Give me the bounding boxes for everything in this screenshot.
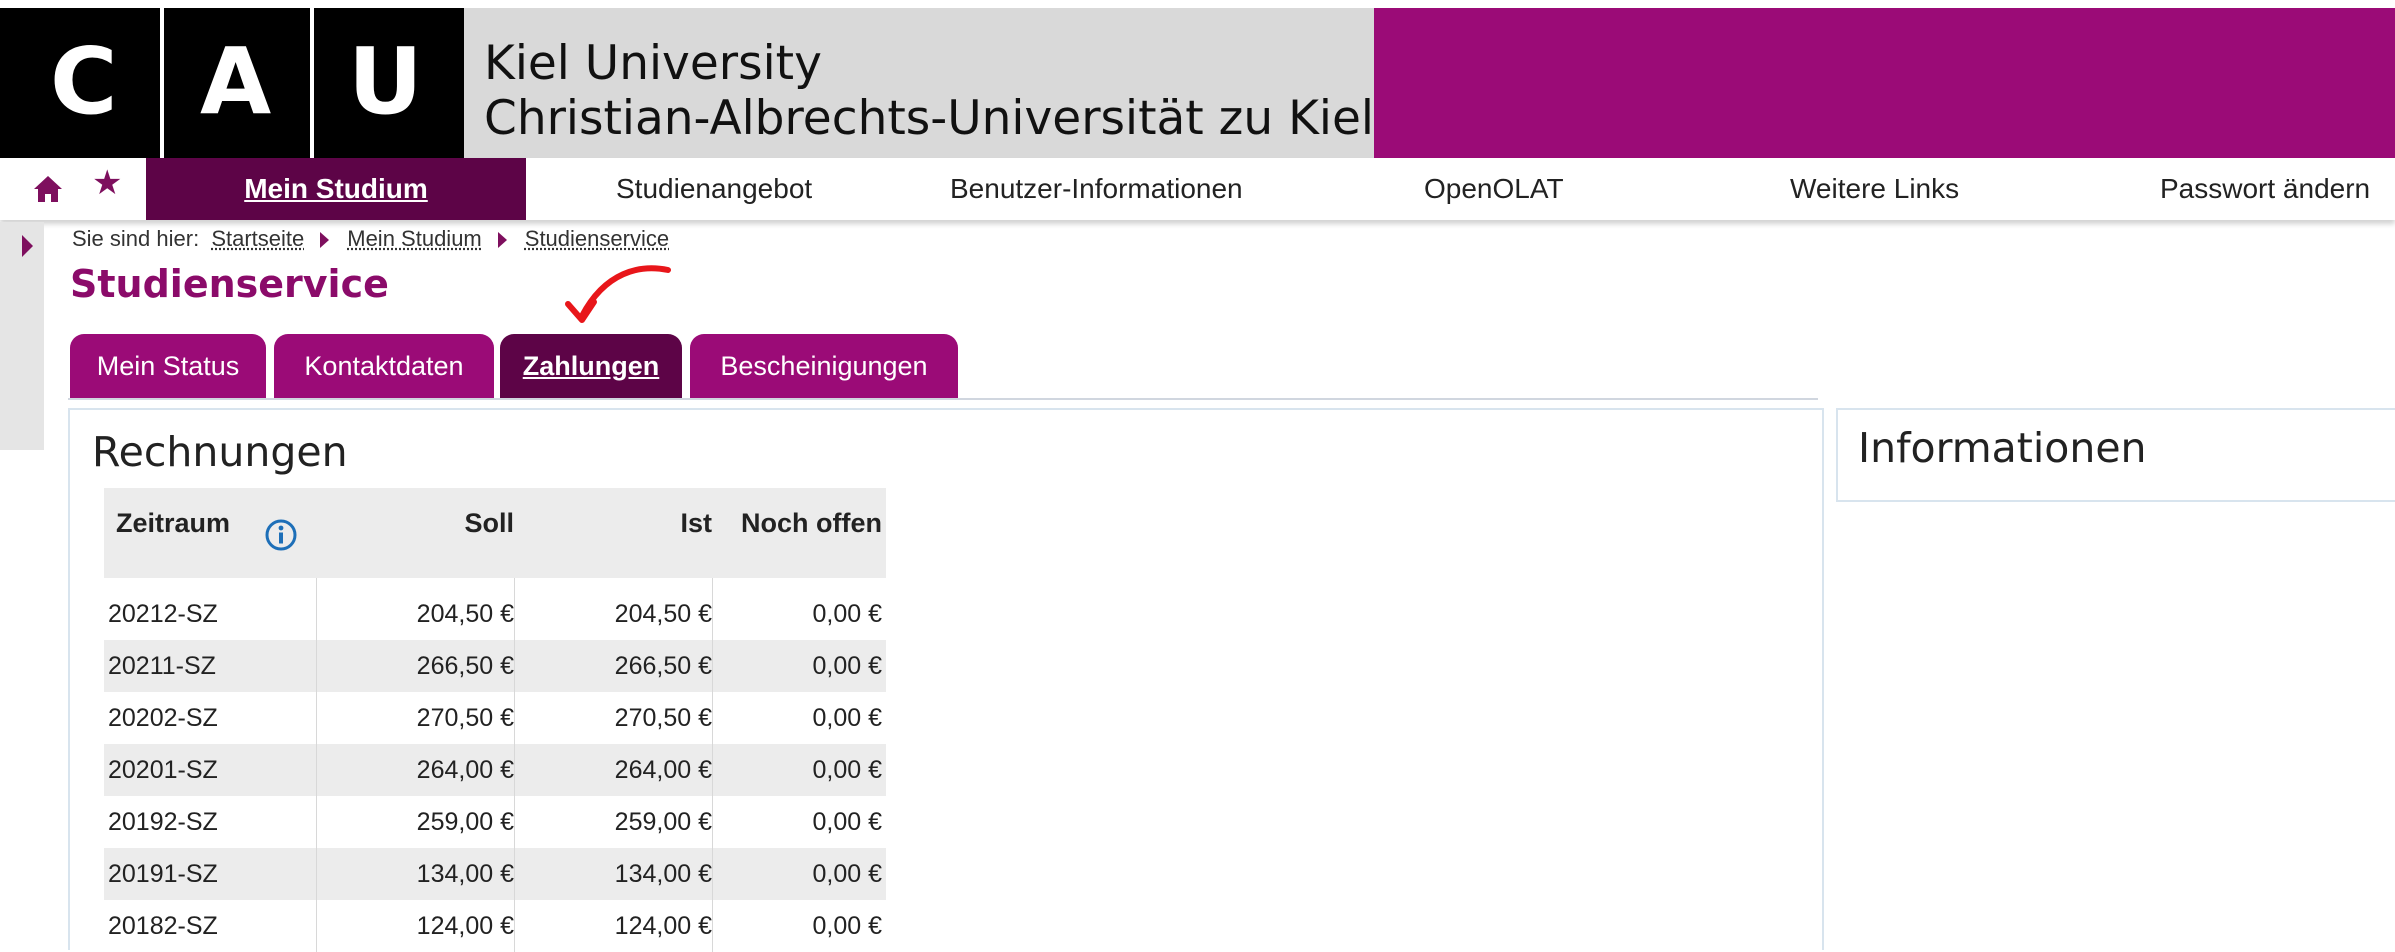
breadcrumb-prefix: Sie sind hier: xyxy=(72,226,200,251)
logo-letter-u: U xyxy=(348,28,423,135)
cell-noch-offen: 0,00 € xyxy=(812,860,882,888)
cell-zeitraum: 20211-SZ xyxy=(108,652,216,680)
table-row: 20202-SZ 270,50 € 270,50 € 0,00 € xyxy=(104,692,886,744)
cell-soll: 266,50 € xyxy=(416,652,514,680)
university-name: Kiel University Christian-Albrechts-Univ… xyxy=(484,36,1374,147)
cell-zeitraum: 20182-SZ xyxy=(108,912,218,940)
column-header-noch-offen[interactable]: Noch offen xyxy=(741,508,882,539)
column-divider xyxy=(316,578,317,952)
tab-zahlungen[interactable]: Zahlungen xyxy=(500,334,682,398)
cell-ist: 259,00 € xyxy=(614,808,712,836)
star-icon[interactable]: ★ xyxy=(92,166,122,200)
site-header: C A U Kiel University Christian-Albrecht… xyxy=(0,0,2395,160)
cell-noch-offen: 0,00 € xyxy=(812,704,882,732)
page-title: Studienservice xyxy=(70,262,389,306)
info-icon[interactable] xyxy=(264,518,298,552)
column-header-zeitraum[interactable]: Zeitraum xyxy=(116,508,230,539)
cell-noch-offen: 0,00 € xyxy=(812,808,882,836)
cell-noch-offen: 0,00 € xyxy=(812,912,882,940)
cell-soll: 264,00 € xyxy=(416,756,514,784)
cell-soll: 259,00 € xyxy=(416,808,514,836)
cell-zeitraum: 20192-SZ xyxy=(108,808,218,836)
logo-divider xyxy=(310,8,314,158)
cell-ist: 124,00 € xyxy=(614,912,712,940)
cell-ist: 264,00 € xyxy=(614,756,712,784)
tab-bescheinigungen[interactable]: Bescheinigungen xyxy=(690,334,958,398)
cell-zeitraum: 20212-SZ xyxy=(108,600,218,628)
breadcrumb: Sie sind hier: Startseite Mein Studium Stu… xyxy=(72,226,669,252)
nav-item-mein-studium[interactable]: Mein Studium xyxy=(146,158,526,220)
cell-ist: 204,50 € xyxy=(614,600,712,628)
cell-ist: 266,50 € xyxy=(614,652,712,680)
university-logo[interactable]: C A U xyxy=(0,8,464,158)
nav-item-studienangebot[interactable]: Studienangebot xyxy=(616,158,812,220)
table-row: 20201-SZ 264,00 € 264,00 € 0,00 € xyxy=(104,744,886,796)
tab-kontaktdaten[interactable]: Kontaktdaten xyxy=(274,334,494,398)
nav-item-benutzer-informationen[interactable]: Benutzer-Informationen xyxy=(950,158,1243,220)
breadcrumb-current[interactable]: Studienservice xyxy=(525,226,669,251)
nav-item-openolat[interactable]: OpenOLAT xyxy=(1424,158,1564,220)
cell-zeitraum: 20201-SZ xyxy=(108,756,218,784)
invoices-title: Rechnungen xyxy=(92,428,348,476)
home-icon[interactable] xyxy=(32,174,64,204)
table-row: 20211-SZ 266,50 € 266,50 € 0,00 € xyxy=(104,640,886,692)
logo-letter-c: C xyxy=(50,28,118,135)
expand-menu-icon[interactable] xyxy=(22,235,33,257)
tab-mein-status[interactable]: Mein Status xyxy=(70,334,266,398)
nav-item-weitere-links[interactable]: Weitere Links xyxy=(1790,158,1959,220)
table-spacer xyxy=(104,578,886,588)
university-name-en: Kiel University xyxy=(484,36,822,91)
breadcrumb-link-mein-studium[interactable]: Mein Studium xyxy=(347,226,482,251)
table-row: 20182-SZ 124,00 € 124,00 € 0,00 € xyxy=(104,900,886,952)
university-name-de: Christian-Albrechts-Universität zu Kiel xyxy=(484,91,1374,147)
table-row: 20212-SZ 204,50 € 204,50 € 0,00 € xyxy=(104,588,886,640)
logo-letter-a: A xyxy=(200,28,272,135)
breadcrumb-link-startseite[interactable]: Startseite xyxy=(211,226,304,251)
main-navigation: ★ Mein Studium Studienangebot Benutzer-I… xyxy=(0,158,2395,220)
cell-soll: 204,50 € xyxy=(416,600,514,628)
cell-zeitraum: 20191-SZ xyxy=(108,860,218,888)
chevron-right-icon xyxy=(320,232,330,249)
invoices-table: Zeitraum Soll Ist Noch offen 20212-SZ 20… xyxy=(104,488,886,952)
cell-soll: 270,50 € xyxy=(416,704,514,732)
annotation-arrow-icon xyxy=(565,265,671,323)
column-header-soll[interactable]: Soll xyxy=(464,508,514,539)
table-row: 20192-SZ 259,00 € 259,00 € 0,00 € xyxy=(104,796,886,848)
cell-noch-offen: 0,00 € xyxy=(812,652,882,680)
header-brand-band xyxy=(1374,8,2395,158)
column-header-ist[interactable]: Ist xyxy=(680,508,712,539)
nav-item-passwort-aendern[interactable]: Passwort ändern xyxy=(2160,158,2370,220)
cell-noch-offen: 0,00 € xyxy=(812,600,882,628)
cell-soll: 134,00 € xyxy=(416,860,514,888)
tab-underline xyxy=(68,398,1818,400)
cell-ist: 270,50 € xyxy=(614,704,712,732)
cell-soll: 124,00 € xyxy=(416,912,514,940)
cell-zeitraum: 20202-SZ xyxy=(108,704,218,732)
table-row: 20191-SZ 134,00 € 134,00 € 0,00 € xyxy=(104,848,886,900)
column-divider xyxy=(712,578,713,952)
column-divider xyxy=(514,578,515,952)
table-header: Zeitraum Soll Ist Noch offen xyxy=(104,488,886,578)
cell-ist: 134,00 € xyxy=(614,860,712,888)
chevron-right-icon xyxy=(497,232,507,249)
logo-divider xyxy=(160,8,164,158)
cell-noch-offen: 0,00 € xyxy=(812,756,882,784)
information-title: Informationen xyxy=(1858,424,2147,472)
